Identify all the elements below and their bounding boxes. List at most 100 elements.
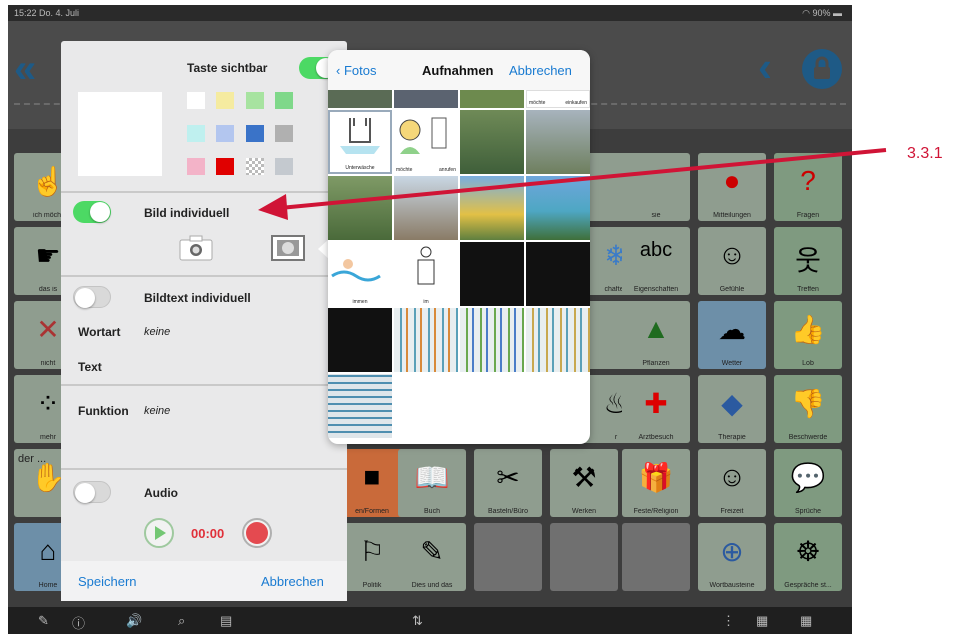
board-tile[interactable] [550,523,618,591]
double-chevron-left-icon[interactable]: « [14,47,36,92]
color-swatch[interactable] [275,92,293,109]
function-value[interactable]: keine [144,405,170,417]
book-icon: 📖 [414,462,450,493]
photo-thumbnail[interactable]: möchte einkaufen [526,90,590,108]
lock-icon[interactable] [802,49,842,89]
board-tile[interactable]: 💬 Sprüche [774,449,842,517]
image-text-individual-toggle[interactable] [73,286,111,308]
picker-header: ‹ Fotos Aufnahmen Abbrechen [328,50,590,90]
board-tile[interactable]: ■ en/Formen [338,449,406,517]
photo-thumbnail[interactable] [328,90,392,108]
save-button[interactable]: Speichern [78,574,137,589]
color-swatch[interactable] [216,92,234,109]
camera-icon[interactable] [179,235,213,266]
search-icon[interactable]: ⌕ [178,613,185,629]
speech-bubbles-icon: 💬 [790,462,826,493]
board-tile[interactable]: 👎 Beschwerde [774,375,842,443]
status-battery: ◠ 90% ▬ [802,8,842,18]
color-swatch[interactable] [187,158,205,175]
thumbs-down-icon: 👎 [790,388,826,419]
board-tile[interactable] [622,523,690,591]
board-tile[interactable]: 웃 Treffen [774,227,842,295]
board-tile[interactable]: 📖 Buch [398,449,466,517]
section-divider [61,275,347,277]
red-cross-icon: ✚ [644,388,668,419]
photo-thumbnail[interactable] [328,308,392,372]
board-tile[interactable]: ▲ Pflanzen [622,301,690,369]
play-icon[interactable] [143,517,175,554]
board-tile[interactable]: ✂ Basteln/Büro [474,449,542,517]
image-text-individual-label: Bildtext individuell [144,291,251,305]
photo-thumbnail[interactable] [460,242,524,306]
photo-thumbnail[interactable] [328,374,392,438]
picker-title: Aufnahmen [422,63,494,78]
board-tile[interactable]: 👍 Lob [774,301,842,369]
board-tile[interactable]: 🎁 Feste/Religion [622,449,690,517]
board-tile[interactable]: ✎ Dies und das [398,523,466,591]
photo-thumbnail[interactable] [394,308,458,372]
image-individual-label: Bild individuell [144,206,230,220]
word-type-value[interactable]: keine [144,326,170,338]
info-icon[interactable]: ⓘ [72,613,85,632]
photo-thumbnail[interactable] [526,308,590,372]
status-bar: 15:22 Do. 4. Juli ◠ 90% ▬ [8,5,852,21]
function-label: Funktion [78,404,129,418]
board-tile[interactable]: ☸ Gespräche st... [774,523,842,591]
board-tile[interactable] [474,523,542,591]
color-swatch[interactable] [216,125,234,142]
color-swatch[interactable] [216,158,234,175]
board-speak-icon[interactable]: ⋮ [722,613,735,629]
chevron-left-icon[interactable]: ‹ [758,43,772,91]
document-icon[interactable]: ▤ [220,613,232,629]
tools-icon: ⚒ [571,462,597,493]
section-divider [61,468,347,470]
record-icon[interactable] [241,517,273,554]
back-to-photos-button[interactable]: ‹ Fotos [336,63,376,78]
board-tile[interactable]: ☺ Freizeit [698,449,766,517]
color-swatch[interactable] [187,92,205,109]
audio-toggle[interactable] [73,481,111,503]
grid-icon[interactable]: ▦ [800,613,812,629]
word-parts-icon: ⊕ [720,536,744,567]
audio-label: Audio [144,486,178,500]
photo-thumbnail[interactable] [460,90,524,108]
grid-sort-icon[interactable]: ▦ [756,613,768,629]
wifi-icon: ◠ [802,8,813,18]
color-swatch[interactable] [187,125,205,142]
section-divider [61,384,347,386]
shapes-icon: ■ [363,461,381,492]
photo-thumbnail[interactable]: im [394,242,458,306]
scissors-icon: ✂ [496,462,520,493]
word-type-label: Wortart [78,325,121,339]
photo-library-icon[interactable] [271,235,305,266]
weather-icon: ☁ [718,314,746,345]
board-tile[interactable]: ◆ Therapie [698,375,766,443]
color-swatch[interactable] [246,92,264,109]
picker-cancel-button[interactable]: Abbrechen [509,63,572,78]
text-label: Text [78,360,102,374]
photo-thumbnail[interactable] [460,308,524,372]
image-preview[interactable] [78,92,162,176]
photo-thumbnail[interactable]: immen [328,242,392,306]
annotation-label: 3.3.1 [907,145,943,162]
board-tile[interactable]: ☁ Wetter [698,301,766,369]
therapy-shapes-icon: ◆ [721,388,743,419]
photo-thumbnail[interactable] [394,90,458,108]
button-settings-panel: Taste sichtbar Bild individuell Bildtext… [61,41,347,601]
cancel-button[interactable]: Abbrechen [261,574,324,589]
speaker-icon[interactable]: 🔊 [126,613,142,629]
abc-icon: abc [639,239,673,261]
faces-icon: ☺ [717,239,747,270]
board-tile[interactable]: ⚒ Werken [550,449,618,517]
photo-thumbnail[interactable] [526,242,590,306]
gift-icon: 🎁 [638,462,674,493]
board-tile[interactable]: ⊕ Wortbausteine [698,523,766,591]
pages-icon[interactable]: ⇅ [412,613,423,629]
board-tile[interactable]: ⚐ Politik [338,523,406,591]
pencil-icon[interactable]: ✎ [38,613,49,629]
ship-wheel-icon: ☸ [795,536,821,567]
image-individual-toggle[interactable] [73,201,111,223]
board-tile[interactable]: ✚ Arztbesuch [622,375,690,443]
board-tile[interactable]: ☺ Gefühle [698,227,766,295]
board-tile[interactable]: abc Eigenschaften [622,227,690,295]
